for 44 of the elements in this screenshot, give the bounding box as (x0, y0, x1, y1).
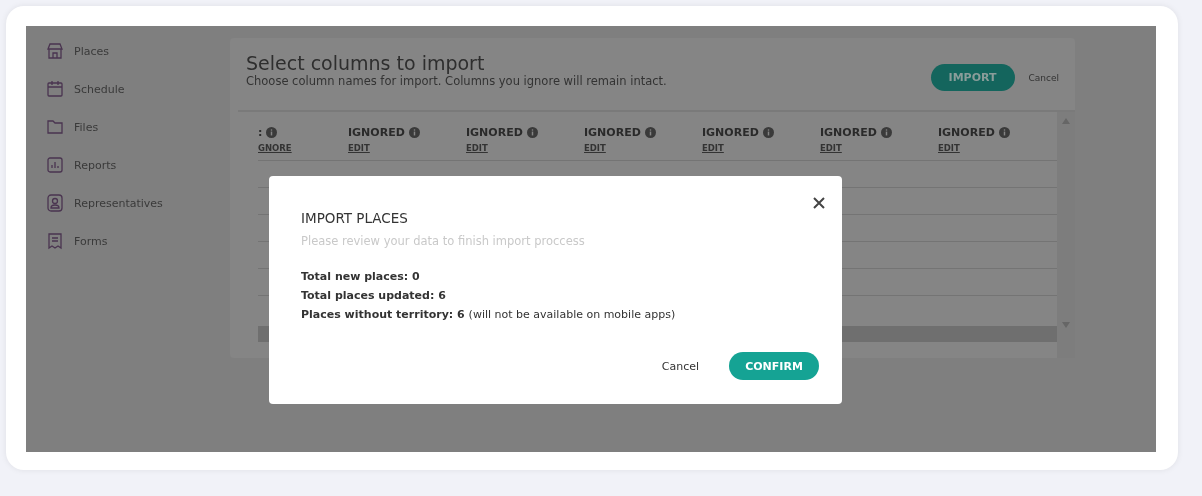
import-button[interactable]: IMPORT (930, 64, 1015, 91)
person-icon (46, 194, 64, 212)
column-header: IGNORED (702, 126, 759, 139)
info-icon[interactable] (526, 127, 538, 138)
dialog-title: IMPORT PLACES (301, 210, 409, 226)
column-header: IGNORED (938, 126, 995, 139)
column-header: IGNORED (820, 126, 877, 139)
import-stat: Places without territory: 6 (will not be available on mobile apps) (301, 308, 677, 321)
store-icon (46, 42, 64, 60)
form-icon (46, 232, 64, 250)
column-action-link[interactable]: EDIT (466, 143, 488, 153)
column-action-link[interactable]: EDIT (584, 143, 606, 153)
folder-icon (46, 118, 64, 136)
info-icon[interactable] (880, 127, 892, 138)
column-header: IGNORED (584, 126, 641, 139)
info-icon[interactable] (998, 127, 1010, 138)
import-stat: Total new places: 0 (301, 270, 421, 283)
sidebar-item[interactable]: Reports (46, 154, 230, 176)
close-icon[interactable] (813, 197, 825, 209)
column-action-link[interactable]: EDIT (702, 143, 724, 153)
page-subtitle: Choose column names for import. Columns you ignore will remain intact. (246, 74, 667, 88)
calendar-icon (46, 80, 64, 98)
cancel-button[interactable]: Cancel (653, 355, 707, 377)
import-stat: Total places updated: 6 (301, 289, 447, 302)
column-action-link[interactable]: EDIT (348, 143, 370, 153)
chart-icon (46, 156, 64, 174)
column-action-link[interactable]: GNORE (258, 143, 292, 153)
column-header: IGNORED (466, 126, 523, 139)
sidebar-item[interactable]: Forms (46, 230, 230, 252)
column-action-link[interactable]: EDIT (820, 143, 842, 153)
column-header: : (258, 126, 263, 139)
info-icon[interactable] (762, 127, 774, 138)
cancel-link[interactable]: Cancel (1028, 72, 1059, 83)
info-icon[interactable] (266, 127, 278, 138)
sidebar-item[interactable]: Places (46, 40, 230, 62)
info-icon[interactable] (408, 127, 420, 138)
confirm-button[interactable]: CONFIRM (729, 352, 819, 380)
column-header: IGNORED (348, 126, 405, 139)
sidebar-item[interactable]: Schedule (46, 78, 230, 100)
column-action-link[interactable]: EDIT (938, 143, 960, 153)
sidebar-item[interactable]: Representatives (46, 192, 230, 214)
info-icon[interactable] (644, 127, 656, 138)
sidebar-item[interactable]: Files (46, 116, 230, 138)
page-title: Select columns to import (246, 52, 485, 74)
